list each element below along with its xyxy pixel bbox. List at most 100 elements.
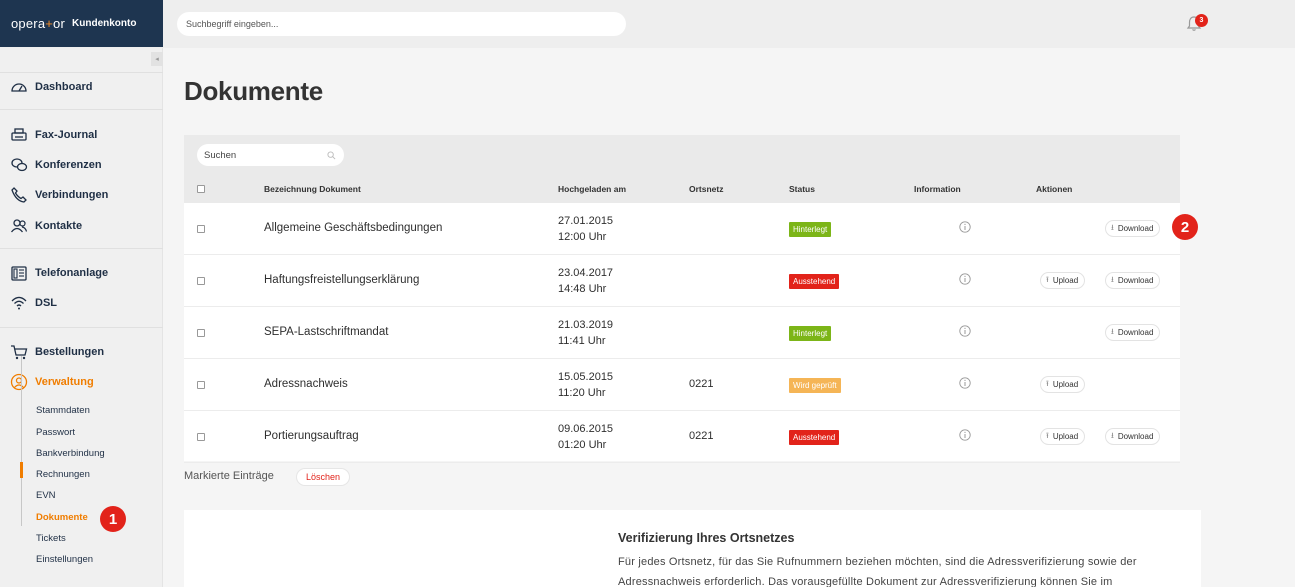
upload-icon: ⭱ bbox=[1046, 274, 1049, 284]
table-search-input[interactable] bbox=[197, 144, 344, 166]
ortsnetz-value: 0221 bbox=[689, 378, 714, 390]
subnav-item-bankverbindung[interactable]: Bankverbindung bbox=[36, 448, 105, 459]
contacts-icon bbox=[10, 219, 28, 233]
sidebar-item-fax-journal[interactable]: Fax-Journal bbox=[10, 125, 97, 145]
sidebar-item-bestellungen[interactable]: Bestellungen bbox=[10, 342, 104, 362]
document-name: Portierungsauftrag bbox=[264, 430, 359, 442]
step-marker-1: 1 bbox=[100, 506, 126, 532]
upload-button[interactable]: ⭱ Upload bbox=[1040, 428, 1086, 445]
document-name: Haftungsfreistellungserklärung bbox=[264, 274, 420, 286]
download-button[interactable]: ⭳ Download bbox=[1105, 272, 1161, 289]
nav-divider bbox=[0, 248, 163, 249]
conference-icon bbox=[11, 158, 28, 172]
subnav-item-tickets[interactable]: Tickets bbox=[36, 533, 66, 544]
download-button[interactable]: ⭳ Download bbox=[1105, 324, 1161, 341]
document-name: Adressnachweis bbox=[264, 378, 348, 390]
info-icon[interactable] bbox=[959, 429, 971, 441]
subnav-item-dokumente[interactable]: Dokumente bbox=[36, 512, 88, 523]
info-icon[interactable] bbox=[959, 273, 971, 285]
row-checkbox[interactable] bbox=[197, 433, 205, 441]
marked-entries-label: Markierte Einträge bbox=[184, 470, 274, 482]
table-header: Bezeichnung Dokument Hochgeladen am Orts… bbox=[184, 135, 1180, 203]
upload-date: 21.03.2019 11:41 Uhr bbox=[558, 319, 614, 347]
subnav-item-einstellungen[interactable]: Einstellungen bbox=[36, 554, 93, 565]
table-row: Allgemeine Geschäftsbedingungen 27.01.201… bbox=[184, 203, 1180, 255]
info-title: Verifizierung Ihres Ortsnetzes bbox=[618, 531, 795, 545]
sidebar-item-verbindungen[interactable]: Verbindungen bbox=[10, 185, 108, 205]
upload-icon: ⭱ bbox=[1046, 378, 1049, 388]
delete-button[interactable]: Löschen bbox=[296, 468, 351, 486]
table-row: SEPA-Lastschriftmandat 21.03.2019 11:41 Uh… bbox=[184, 307, 1180, 359]
column-header-uploaded[interactable]: Hochgeladen am bbox=[558, 184, 626, 194]
status-badge: Hinterlegt bbox=[789, 326, 832, 341]
nav-divider bbox=[0, 109, 163, 110]
cart-icon bbox=[11, 345, 28, 360]
document-name: SEPA-Lastschriftmandat bbox=[264, 326, 389, 338]
status-badge: Ausstehend bbox=[789, 274, 840, 289]
fax-icon bbox=[11, 128, 27, 141]
subnav-item-passwort[interactable]: Passwort bbox=[36, 427, 75, 438]
select-all-checkbox[interactable] bbox=[197, 185, 205, 193]
row-checkbox[interactable] bbox=[197, 381, 205, 389]
sidebar-item-kontakte[interactable]: Kontakte bbox=[10, 216, 82, 236]
brand-subtitle: Kundenkonto bbox=[72, 18, 137, 29]
status-badge: Ausstehend bbox=[789, 430, 840, 445]
phone-system-icon bbox=[11, 266, 27, 281]
brand-block[interactable]: opera+or Kundenkonto bbox=[0, 0, 163, 47]
brand-logo: opera+or bbox=[11, 16, 66, 31]
subnav-line bbox=[21, 356, 22, 526]
upload-date: 27.01.2015 12:00 Uhr bbox=[558, 215, 614, 243]
info-icon[interactable] bbox=[959, 377, 971, 389]
sidebar-item-verwaltung[interactable]: Verwaltung bbox=[10, 372, 94, 392]
table-row: Portierungsauftrag 09.06.2015 01:20 Uhr 022… bbox=[184, 411, 1180, 463]
info-icon[interactable] bbox=[959, 325, 971, 337]
upload-date: 23.04.2017 14:48 Uhr bbox=[558, 267, 614, 295]
search-icon bbox=[327, 151, 336, 160]
row-checkbox[interactable] bbox=[197, 329, 205, 337]
step-marker-2: 2 bbox=[1172, 214, 1198, 240]
global-search-input[interactable] bbox=[177, 12, 626, 36]
sidebar-item-telefonanlage[interactable]: Telefonanlage bbox=[10, 263, 108, 283]
row-checkbox[interactable] bbox=[197, 277, 205, 285]
table-row: Adressnachweis 15.05.2015 11:20 Uhr 0221 Wir… bbox=[184, 359, 1180, 411]
ortsnetz-value: 0221 bbox=[689, 430, 714, 442]
info-text: Für jedes Ortsnetz, für das Sie Rufnumme… bbox=[618, 556, 1137, 587]
nav-divider bbox=[0, 327, 163, 328]
column-header-status[interactable]: Status bbox=[789, 184, 815, 194]
upload-button[interactable]: ⭱ Upload bbox=[1040, 272, 1086, 289]
phone-icon bbox=[11, 187, 27, 203]
table-row: Haftungsfreistellungserklärung 23.04.2017… bbox=[184, 255, 1180, 307]
subnav-active-indicator bbox=[20, 462, 23, 478]
subnav-item-stammdaten[interactable]: Stammdaten bbox=[36, 405, 90, 416]
page-title: Dokumente bbox=[184, 76, 323, 106]
upload-button[interactable]: ⭱ Upload bbox=[1040, 376, 1086, 393]
sidebar-item-dsl[interactable]: DSL bbox=[10, 293, 57, 313]
sidebar-item-dashboard[interactable]: Dashboard bbox=[10, 77, 92, 97]
info-icon[interactable] bbox=[959, 221, 971, 233]
upload-date: 09.06.2015 01:20 Uhr bbox=[558, 423, 614, 451]
download-icon: ⭳ bbox=[1111, 326, 1114, 336]
row-checkbox[interactable] bbox=[197, 225, 205, 233]
download-button[interactable]: ⭳ Download bbox=[1105, 220, 1161, 237]
collapse-sidebar-button[interactable]: ◂ bbox=[151, 52, 163, 66]
column-header-ortsnetz[interactable]: Ortsnetz bbox=[689, 184, 723, 194]
dashboard-icon bbox=[11, 83, 27, 92]
documents-table: Bezeichnung Dokument Hochgeladen am Orts… bbox=[184, 135, 1180, 463]
status-badge: Hinterlegt bbox=[789, 222, 832, 237]
wifi-icon bbox=[11, 296, 27, 310]
column-header-name[interactable]: Bezeichnung Dokument bbox=[264, 184, 361, 194]
subnav-item-evn[interactable]: EVN bbox=[36, 490, 56, 501]
download-icon: ⭳ bbox=[1111, 222, 1114, 232]
notification-badge: 3 bbox=[1195, 14, 1208, 27]
column-header-information: Information bbox=[914, 184, 961, 194]
user-circle-icon bbox=[10, 373, 28, 391]
document-name: Allgemeine Geschäftsbedingungen bbox=[264, 222, 443, 234]
column-header-actions: Aktionen bbox=[1036, 184, 1073, 194]
upload-icon: ⭱ bbox=[1046, 430, 1049, 440]
download-button[interactable]: ⭳ Download bbox=[1105, 428, 1161, 445]
upload-date: 15.05.2015 11:20 Uhr bbox=[558, 371, 614, 399]
subnav-item-rechnungen[interactable]: Rechnungen bbox=[36, 469, 90, 480]
download-icon: ⭳ bbox=[1111, 274, 1114, 284]
download-icon: ⭳ bbox=[1111, 430, 1114, 440]
sidebar-item-konferenzen[interactable]: Konferenzen bbox=[10, 155, 102, 175]
